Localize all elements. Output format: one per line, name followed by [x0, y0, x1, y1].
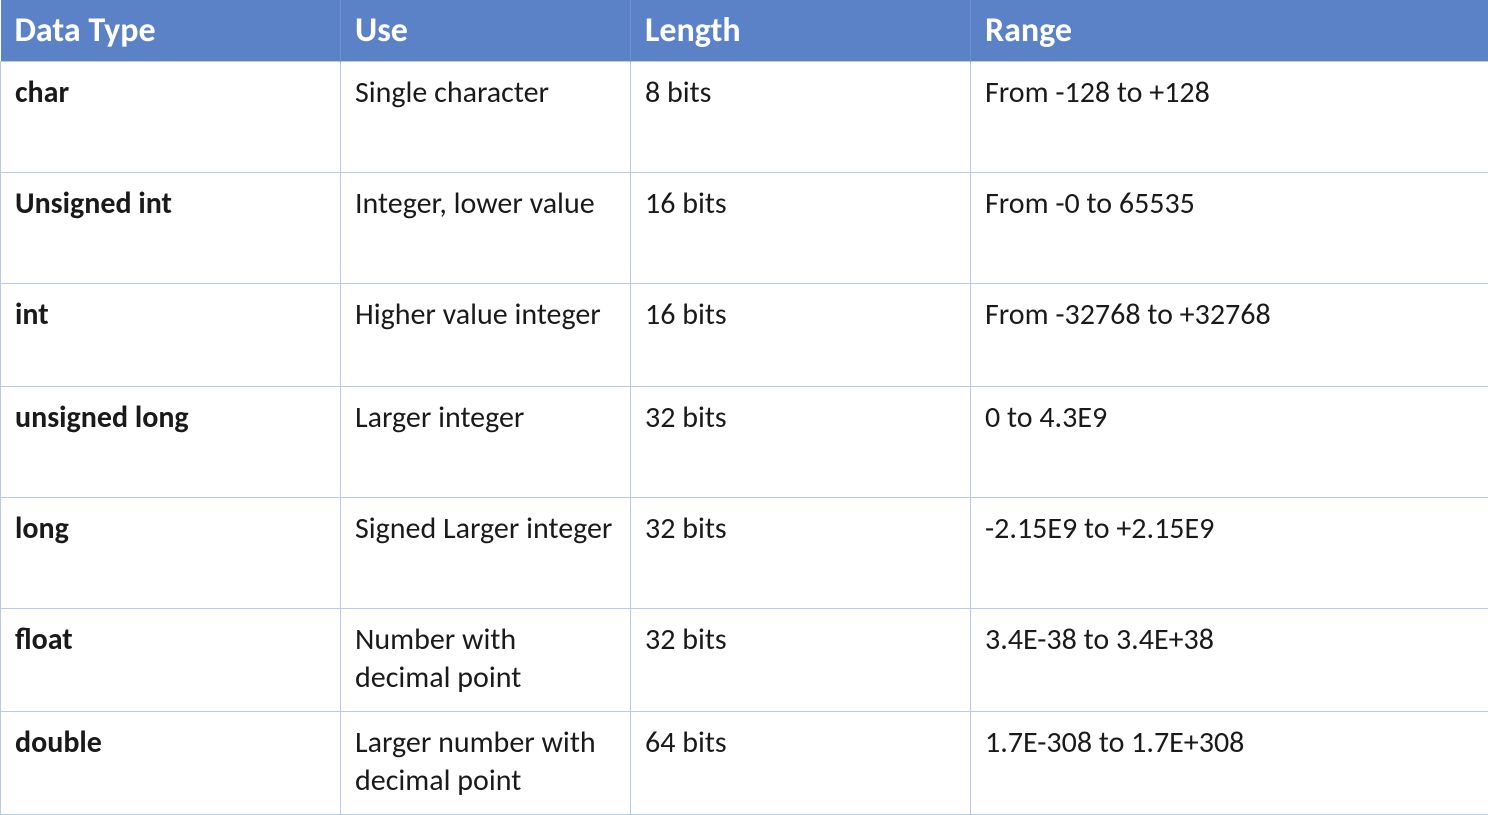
cell-length: 16 bits: [631, 284, 971, 387]
header-use: Use: [341, 0, 631, 62]
data-types-table: Data Type Use Length Range char Single c…: [0, 0, 1488, 815]
cell-range: -2.15E9 to +2.15E9: [971, 498, 1488, 609]
header-length: Length: [631, 0, 971, 62]
cell-use: Signed Larger integer: [341, 498, 631, 609]
cell-range: From -0 to 65535: [971, 173, 1488, 284]
cell-use: Integer, lower value: [341, 173, 631, 284]
cell-data-type: long: [1, 498, 341, 609]
cell-use: Single character: [341, 62, 631, 173]
cell-use: Number with decimal point: [341, 609, 631, 712]
cell-length: 64 bits: [631, 712, 971, 815]
table-row: float Number with decimal point 32 bits …: [1, 609, 1488, 712]
cell-range: 1.7E-308 to 1.7E+308: [971, 712, 1488, 815]
table-row: Unsigned int Integer, lower value 16 bit…: [1, 173, 1488, 284]
cell-length: 32 bits: [631, 609, 971, 712]
cell-length: 32 bits: [631, 387, 971, 498]
cell-data-type: int: [1, 284, 341, 387]
table-row: char Single character 8 bits From -128 t…: [1, 62, 1488, 173]
cell-use: Higher value integer: [341, 284, 631, 387]
cell-data-type: unsigned long: [1, 387, 341, 498]
cell-data-type: float: [1, 609, 341, 712]
cell-range: 3.4E-38 to 3.4E+38: [971, 609, 1488, 712]
cell-range: 0 to 4.3E9: [971, 387, 1488, 498]
cell-data-type: char: [1, 62, 341, 173]
cell-length: 8 bits: [631, 62, 971, 173]
cell-range: From -32768 to +32768: [971, 284, 1488, 387]
cell-data-type: Unsigned int: [1, 173, 341, 284]
table-row: unsigned long Larger integer 32 bits 0 t…: [1, 387, 1488, 498]
cell-length: 32 bits: [631, 498, 971, 609]
cell-use: Larger number with decimal point: [341, 712, 631, 815]
cell-length: 16 bits: [631, 173, 971, 284]
header-range: Range: [971, 0, 1488, 62]
cell-range: From -128 to +128: [971, 62, 1488, 173]
header-data-type: Data Type: [1, 0, 341, 62]
table-row: int Higher value integer 16 bits From -3…: [1, 284, 1488, 387]
cell-data-type: double: [1, 712, 341, 815]
cell-use: Larger integer: [341, 387, 631, 498]
table-row: double Larger number with decimal point …: [1, 712, 1488, 815]
table-header-row: Data Type Use Length Range: [1, 0, 1488, 62]
table-row: long Signed Larger integer 32 bits -2.15…: [1, 498, 1488, 609]
